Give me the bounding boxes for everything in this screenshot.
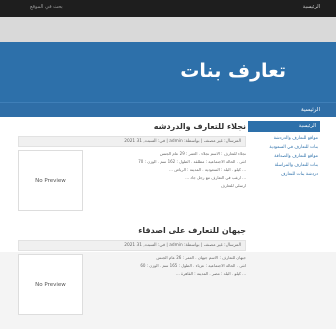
excerpt-lines: جيهان للتعارف : الاسم جيهان . العمر : 26… (91, 254, 246, 278)
sidebar: الرئيسية مواقع للتعارف والدردشة بنات للت… (248, 121, 320, 180)
excerpt-line: ... كيلو . البلد : السعودية . المدينة : … (169, 167, 246, 172)
post-title[interactable]: جيهان للتعارف على اصدقاء (18, 225, 246, 237)
post: جيهان للتعارف على اصدقاء المرسال: غير مص… (18, 225, 246, 316)
sidebar-item[interactable]: مواقع للتعارف والصداقة (248, 153, 320, 162)
main-nav: الرئيسية (0, 102, 336, 118)
sidebar-item[interactable]: مواقع للتعارف والدردشة (248, 135, 320, 144)
sidebar-heading: الرئيسية (248, 121, 320, 132)
posts-list: نجلاء للتعارف والدردشه المرسال: غير مصنف… (18, 121, 246, 329)
excerpt-line: نجلاء للتعارف : الاسم نجلاء . العمر : 29… (159, 151, 246, 156)
post-meta: المرسال: غير مصنف | بواسطة: admin | في: … (18, 136, 246, 147)
site-title[interactable]: تعارف بنات (180, 60, 286, 82)
post-excerpt: No Preview نجلاء للتعارف : الاسم نجلاء .… (18, 150, 246, 212)
post-thumbnail[interactable]: No Preview (18, 150, 83, 211)
topbar-search-link[interactable]: بحث في الموقع (30, 4, 63, 10)
site-header: تعارف بنات (0, 42, 336, 102)
excerpt-lines: نجلاء للتعارف : الاسم نجلاء . العمر : 29… (91, 150, 246, 190)
post-meta: المرسال: غير مصنف | بواسطة: admin | في: … (18, 240, 246, 251)
post: نجلاء للتعارف والدردشه المرسال: غير مصنف… (18, 121, 246, 212)
nav-item-home[interactable]: الرئيسية (301, 107, 320, 113)
topbar-home-link[interactable]: الرئيسية (303, 4, 320, 10)
no-preview-label: No Preview (35, 178, 66, 184)
excerpt-line: انثى . الحالة الاجتماعية : مطلقة . الطول… (138, 159, 246, 164)
excerpt-line: جيهان للتعارف : الاسم جيهان . العمر : 26… (156, 255, 246, 260)
excerpt-line: انثى . الحالة الاجتماعية : عزباء . الطول… (140, 263, 246, 268)
sidebar-item[interactable]: بنات للتعارف والمراسلة (248, 162, 320, 171)
top-bar: الرئيسية بحث في الموقع (0, 0, 336, 17)
post-thumbnail[interactable]: No Preview (18, 254, 83, 315)
excerpt-line: ... كيلو . البلد : مصر . المدينة : القاه… (175, 271, 246, 276)
no-preview-label: No Preview (35, 282, 66, 288)
post-title[interactable]: نجلاء للتعارف والدردشه (18, 121, 246, 133)
post-excerpt: No Preview جيهان للتعارف : الاسم جيهان .… (18, 254, 246, 316)
sidebar-item[interactable]: دردشة بنات للتعارف (248, 171, 320, 180)
sidebar-item[interactable]: بنات للتعارف في السعودية (248, 144, 320, 153)
excerpt-line: ارسلي للتعارف (220, 183, 246, 188)
excerpt-line: ... ارغب في التعارف مع رجل جاد ... (185, 175, 246, 180)
